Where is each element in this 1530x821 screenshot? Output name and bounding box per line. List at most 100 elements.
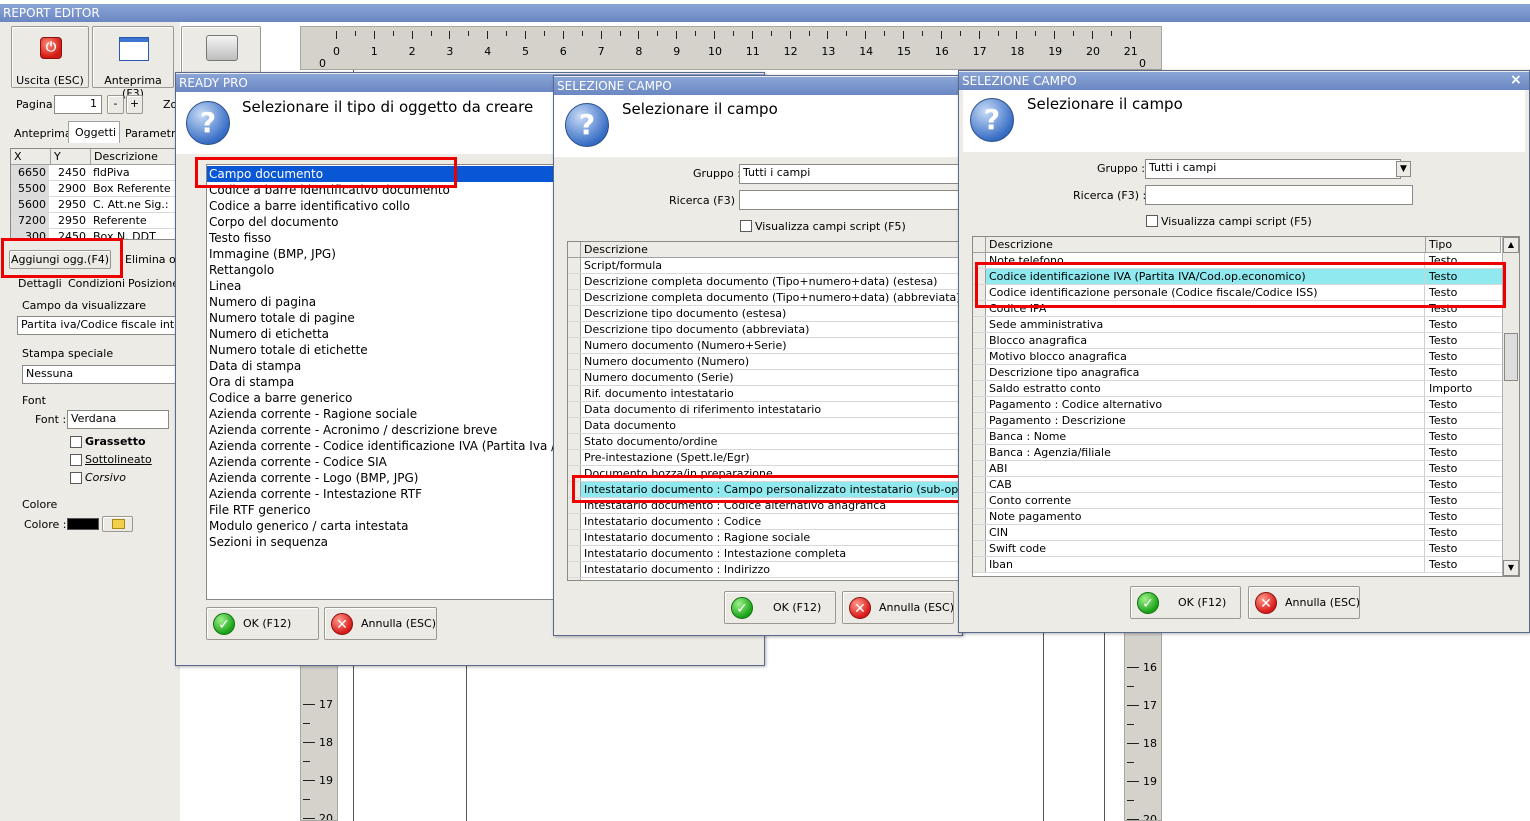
scroll-thumb[interactable] [1504, 333, 1518, 381]
dialog3-close-button[interactable]: × [1510, 72, 1522, 88]
table-row[interactable]: Intestatario documento : Ragione sociale [568, 530, 962, 546]
table-row[interactable]: Note pagamento Testo [973, 509, 1502, 525]
list-item[interactable]: Azienda corrente - Ragione sociale [207, 406, 565, 422]
dialog3-scrollbar[interactable]: ▲ ▼ [1502, 237, 1519, 576]
table-row[interactable]: Script/formula [568, 258, 962, 274]
dialog3-group-select[interactable]: Tutti i campi [1145, 159, 1401, 179]
table-row[interactable]: ABI Testo [973, 461, 1502, 477]
table-row[interactable]: Data documento [568, 418, 962, 434]
tab-oggetti[interactable]: Oggetti [75, 126, 116, 139]
table-row[interactable]: Motivo blocco anagrafica Testo [973, 349, 1502, 365]
table-row[interactable]: 5500 2900 Box Referente [11, 181, 179, 197]
dialog3-search-input[interactable] [1145, 185, 1413, 205]
table-row[interactable]: Intestatario documento : Indirizzo [568, 562, 962, 578]
list-item[interactable]: Modulo generico / carta intestata [207, 518, 565, 534]
list-item[interactable]: Ora di stampa [207, 374, 565, 390]
list-item[interactable]: Codice a barre generico [207, 390, 565, 406]
page-plus-button[interactable]: + [126, 95, 143, 114]
tab-dettagli[interactable]: Dettagli [18, 277, 62, 290]
bold-checkbox[interactable] [70, 436, 82, 448]
table-row[interactable]: Numero documento (Numero) [568, 354, 962, 370]
dialog1-ok-button[interactable]: ✓ OK (F12) [206, 607, 319, 640]
italic-checkbox[interactable] [70, 472, 82, 484]
table-row[interactable]: Data documento di riferimento intestatar… [568, 402, 962, 418]
list-item[interactable]: Azienda corrente - Intestazione RTF [207, 486, 565, 502]
dialog2-script-checkbox[interactable] [740, 220, 752, 232]
font-input[interactable]: Verdana [67, 410, 169, 429]
list-item[interactable]: Sezioni in sequenza [207, 534, 565, 550]
dialog3-script-checkbox[interactable] [1146, 215, 1158, 227]
list-item[interactable]: Data di stampa [207, 358, 565, 374]
table-row[interactable]: Swift code Testo [973, 541, 1502, 557]
scroll-up-icon[interactable]: ▲ [1503, 237, 1519, 253]
table-row[interactable]: Descrizione completa documento (Tipo+num… [568, 274, 962, 290]
list-item[interactable]: Immagine (BMP, JPG) [207, 246, 565, 262]
list-item[interactable]: Campo documento [207, 166, 565, 182]
dialog2-search-input[interactable] [739, 190, 961, 210]
exit-button[interactable]: ⏻ Uscita (ESC) [11, 26, 89, 88]
page-input[interactable]: 1 [54, 95, 102, 114]
table-row[interactable]: Rif. documento intestatario [568, 386, 962, 402]
list-item[interactable]: Corpo del documento [207, 214, 565, 230]
page-minus-button[interactable]: - [107, 95, 124, 114]
table-row[interactable]: 6650 2450 fldPiva [11, 165, 179, 181]
table-row[interactable]: 300 2450 Box N. DDT [11, 229, 179, 239]
table-row[interactable]: 7200 2950 Referente [11, 213, 179, 229]
tab-parametri[interactable]: Parametri [125, 127, 179, 140]
list-item[interactable]: Numero di etichetta [207, 326, 565, 342]
list-item[interactable]: File RTF generico [207, 502, 565, 518]
list-item[interactable]: Testo fisso [207, 230, 565, 246]
table-row[interactable]: Codice IPA Testo [973, 301, 1502, 317]
table-row[interactable]: Descrizione tipo documento (estesa) [568, 306, 962, 322]
table-row[interactable]: Blocco anagrafica Testo [973, 333, 1502, 349]
dialog3-cancel-button[interactable]: ✕ Annulla (ESC) [1248, 586, 1360, 619]
table-row[interactable]: Intestatario documento : Codice alternat… [568, 498, 962, 514]
table-row[interactable]: Numero documento (Numero+Serie) [568, 338, 962, 354]
list-item[interactable]: Linea [207, 278, 565, 294]
table-row[interactable]: Sede amministrativa Testo [973, 317, 1502, 333]
table-row[interactable]: Iban Testo [973, 557, 1502, 573]
list-item[interactable]: Numero totale di pagine [207, 310, 565, 326]
field-select[interactable]: Partita iva/Codice fiscale intestat [17, 316, 177, 335]
tab-condizioni[interactable]: Condizioni [68, 277, 125, 290]
table-row[interactable]: 5600 2950 C. Att.ne Sig.: [11, 197, 179, 213]
table-row[interactable]: Documento bozza/in preparazione [568, 466, 962, 482]
table-row[interactable]: Descrizione completa documento (Tipo+num… [568, 290, 962, 306]
chevron-down-icon[interactable]: ▼ [1396, 161, 1411, 177]
table-row[interactable]: Conto corrente Testo [973, 493, 1502, 509]
table-row[interactable]: Pagamento : Codice alternativo Testo [973, 397, 1502, 413]
list-item[interactable]: Codice a barre identificativo documento [207, 182, 565, 198]
tab-anteprima[interactable]: Anteprima [14, 127, 72, 140]
table-row[interactable]: Codice identificazione IVA (Partita IVA/… [973, 269, 1502, 285]
dialog1-cancel-button[interactable]: ✕ Annulla (ESC) [324, 607, 437, 640]
table-row[interactable]: Intestatario documento : Codice [568, 514, 962, 530]
list-item[interactable]: Numero di pagina [207, 294, 565, 310]
list-item[interactable]: Rettangolo [207, 262, 565, 278]
table-row[interactable]: Descrizione tipo anagrafica Testo [973, 365, 1502, 381]
preview-button[interactable]: Anteprima (F3) [92, 26, 174, 100]
table-row[interactable]: Codice identificazione personale (Codice… [973, 285, 1502, 301]
underline-checkbox[interactable] [70, 454, 82, 466]
list-item[interactable]: Numero totale di etichette [207, 342, 565, 358]
color-swatch[interactable] [67, 518, 99, 530]
list-item[interactable]: Azienda corrente - Acronimo / descrizion… [207, 422, 565, 438]
table-row[interactable]: Banca : Nome Testo [973, 429, 1502, 445]
table-row[interactable]: Intestatario documento : Campo personali… [568, 482, 962, 498]
table-row[interactable]: Descrizione tipo documento (abbreviata) [568, 322, 962, 338]
print-button[interactable] [181, 26, 261, 76]
dialog2-ok-button[interactable]: ✓ OK (F12) [724, 591, 836, 624]
dialog2-cancel-button[interactable]: ✕ Annulla (ESC) [842, 591, 954, 624]
scroll-down-icon[interactable]: ▼ [1503, 560, 1519, 576]
table-row[interactable]: Numero documento (Serie) [568, 370, 962, 386]
dialog2-group-select[interactable]: Tutti i campi [739, 164, 961, 184]
list-item[interactable]: Azienda corrente - Logo (BMP, JPG) [207, 470, 565, 486]
list-item[interactable]: Azienda corrente - Codice identificazion… [207, 438, 565, 454]
table-row[interactable]: CAB Testo [973, 477, 1502, 493]
list-item[interactable]: Codice a barre identificativo collo [207, 198, 565, 214]
tab-posizione[interactable]: Posizione [128, 277, 179, 290]
table-row[interactable]: Banca : Agenzia/filiale Testo [973, 445, 1502, 461]
table-row[interactable]: Saldo estratto conto Importo [973, 381, 1502, 397]
table-row[interactable]: CIN Testo [973, 525, 1502, 541]
table-row[interactable]: Pagamento : Descrizione Testo [973, 413, 1502, 429]
table-row[interactable]: Pre-intestazione (Spett.le/Egr) [568, 450, 962, 466]
